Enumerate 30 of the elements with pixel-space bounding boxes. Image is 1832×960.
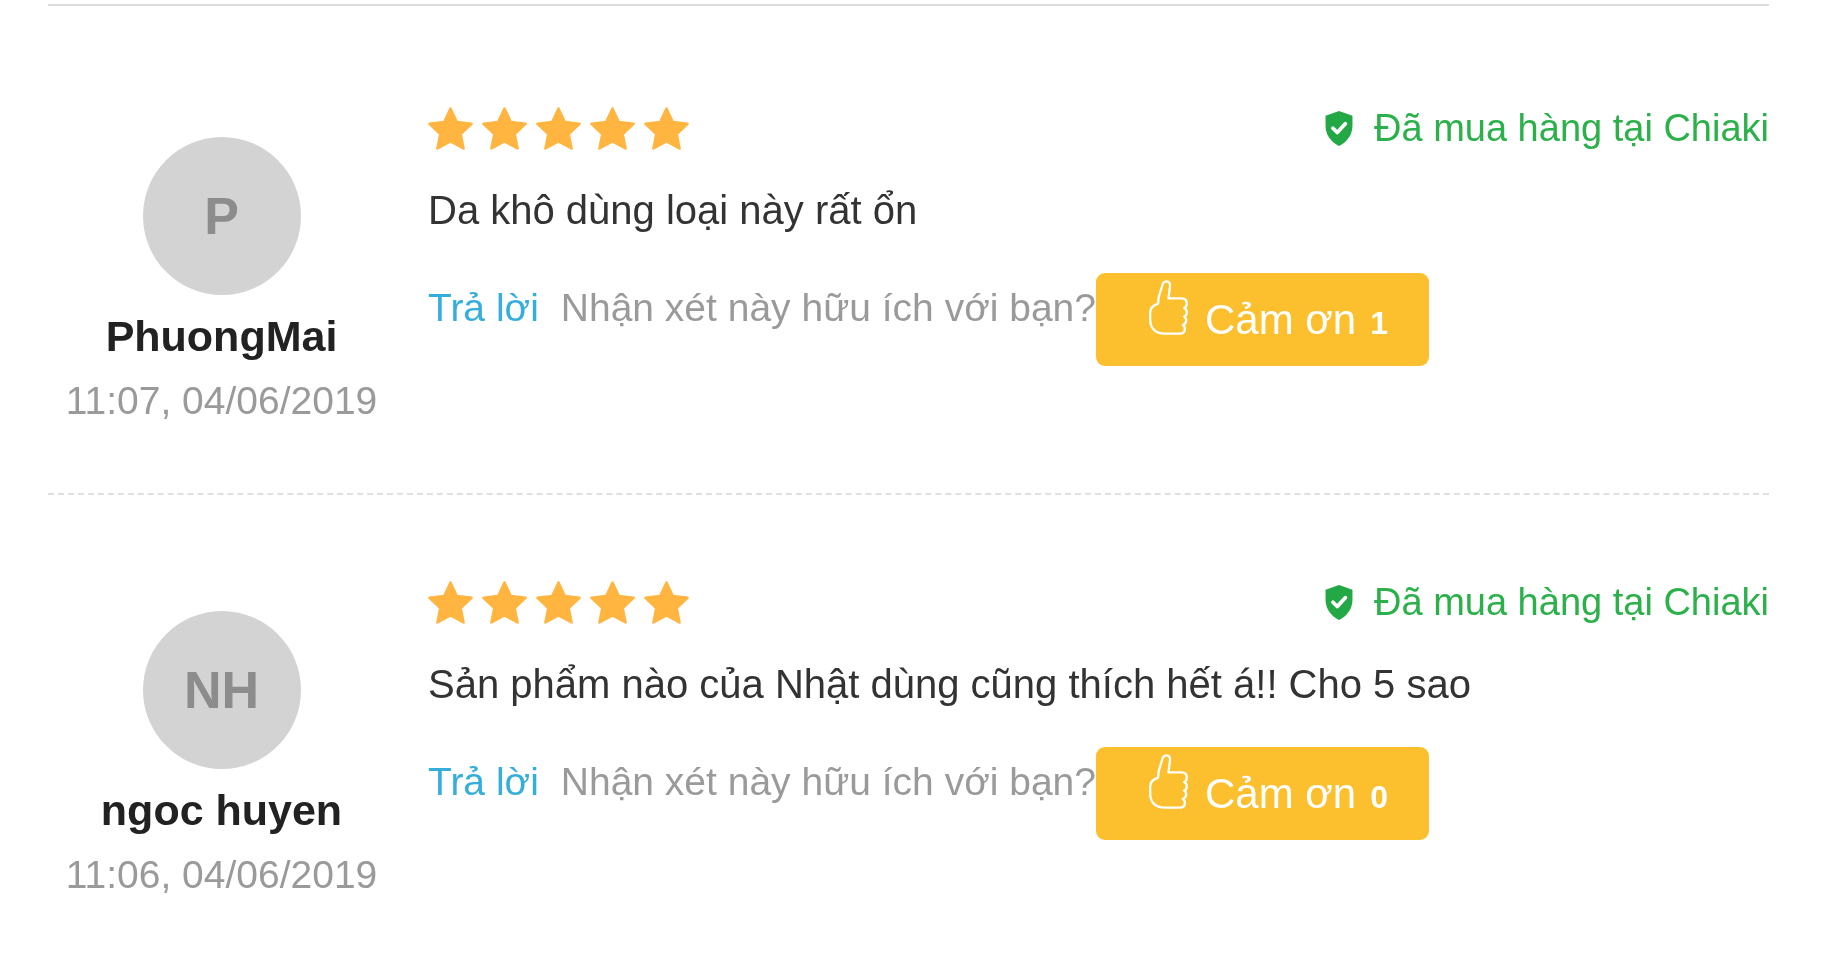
verified-purchase-label: Đã mua hàng tại Chiaki	[1374, 106, 1769, 150]
thanks-button[interactable]: Cảm ơn 0	[1095, 747, 1429, 840]
star-icon	[428, 106, 473, 150]
star-icon	[428, 580, 473, 624]
review-date: 11:07, 04/06/2019	[65, 378, 378, 424]
star-icon	[590, 580, 635, 624]
star-icon	[536, 106, 581, 150]
star-icon	[644, 580, 689, 624]
helpful-prompt: Nhận xét này hữu ích với bạn?	[560, 285, 1096, 331]
thumbs-up-icon	[1147, 280, 1189, 335]
helpful-prompt: Nhận xét này hữu ích với bạn?	[560, 759, 1096, 805]
star-icon	[482, 106, 527, 150]
review-text: Sản phẩm nào của Nhật dùng cũng thích hết á!! Cho 5 sao	[428, 661, 1472, 708]
thanks-button[interactable]: Cảm ơn 1	[1095, 273, 1429, 366]
review-date: 11:06, 04/06/2019	[65, 852, 378, 898]
star-icon	[644, 106, 689, 150]
verified-purchase-label: Đã mua hàng tại Chiaki	[1374, 580, 1769, 624]
star-icon	[536, 580, 581, 624]
reply-link[interactable]: Trả lời	[428, 758, 539, 806]
reply-link[interactable]: Trả lời	[428, 284, 539, 332]
thumbs-up-icon	[1147, 754, 1189, 809]
avatar: P	[142, 137, 301, 295]
star-icon	[482, 580, 527, 624]
star-icon	[590, 106, 635, 150]
reviewer-name: ngoc huyen	[100, 785, 343, 835]
reviewer-name: PhuongMai	[105, 311, 338, 361]
shield-check-icon	[1324, 584, 1354, 620]
avatar: NH	[142, 611, 301, 769]
review-text: Da khô dùng loại này rất ổn	[428, 187, 919, 234]
shield-check-icon	[1324, 110, 1354, 146]
